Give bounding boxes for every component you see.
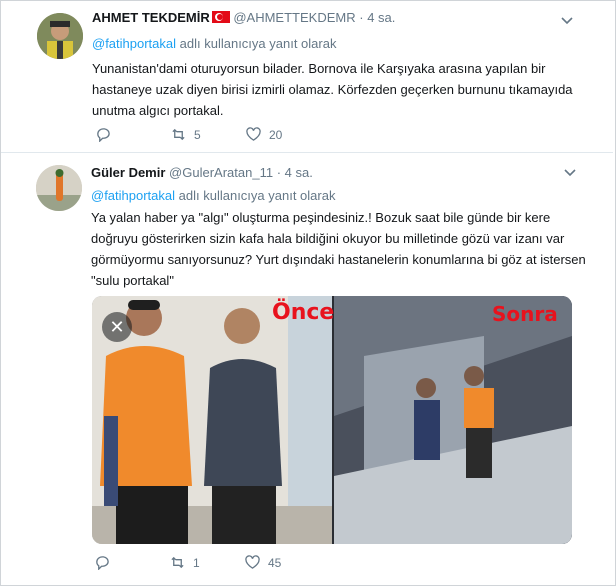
tweet-header: AHMET TEKDEMİR @AHMETTEKDEMR · 4 sa. bbox=[92, 10, 395, 25]
reply-button[interactable] bbox=[96, 127, 171, 142]
tweet-text: Ya yalan haber ya "algı" oluşturma peşin… bbox=[91, 210, 586, 288]
turkey-flag-icon bbox=[211, 11, 230, 23]
reply-button[interactable] bbox=[95, 555, 170, 570]
author-name[interactable]: Güler Demir bbox=[91, 165, 165, 180]
reply-context-text: adlı kullanıcıya yanıt olarak bbox=[178, 188, 336, 203]
reply-context: @fatihportakal adlı kullanıcıya yanıt ol… bbox=[91, 188, 335, 203]
retweet-icon bbox=[171, 556, 184, 569]
avatar[interactable] bbox=[36, 165, 82, 211]
tweet-actions: 1 45 bbox=[95, 555, 320, 570]
chevron-down-icon[interactable] bbox=[564, 166, 576, 180]
tweet-time[interactable]: 4 sa. bbox=[367, 10, 395, 25]
like-count: 20 bbox=[269, 127, 283, 142]
tweet-media[interactable]: Önce ✕ Sonra bbox=[92, 296, 572, 544]
mention-link[interactable]: @fatihportakal bbox=[91, 188, 175, 203]
like-count: 45 bbox=[268, 555, 282, 570]
heart-icon bbox=[246, 127, 261, 141]
close-icon[interactable]: ✕ bbox=[102, 312, 132, 342]
dot-separator: · bbox=[276, 165, 282, 180]
tweet-1[interactable]: AHMET TEKDEMİR @AHMETTEKDEMR · 4 sa. @fa… bbox=[1, 0, 613, 153]
reply-icon bbox=[96, 556, 109, 570]
after-label: Sonra bbox=[492, 302, 558, 326]
retweet-count: 5 bbox=[194, 127, 201, 142]
media-photo-after[interactable]: Sonra bbox=[334, 296, 572, 544]
mention-link[interactable]: @fatihportakal bbox=[92, 36, 176, 51]
tweet-time[interactable]: 4 sa. bbox=[285, 165, 313, 180]
author-name[interactable]: AHMET TEKDEMİR bbox=[92, 10, 210, 25]
retweet-button[interactable]: 1 bbox=[170, 555, 245, 570]
dot-separator: · bbox=[359, 10, 364, 25]
author-handle[interactable]: @GulerAratan_11 bbox=[169, 165, 273, 180]
like-button[interactable]: 45 bbox=[245, 555, 320, 570]
like-button[interactable]: 20 bbox=[246, 127, 321, 142]
tweet-actions: 5 20 bbox=[96, 127, 321, 142]
tweet-header: Güler Demir @GulerAratan_11 · 4 sa. bbox=[91, 165, 313, 180]
heart-icon bbox=[245, 555, 260, 569]
avatar[interactable] bbox=[37, 13, 83, 59]
media-photo-before[interactable]: Önce ✕ bbox=[92, 296, 335, 544]
retweet-icon bbox=[172, 128, 185, 141]
author-handle[interactable]: @AHMETTEKDEMR bbox=[233, 10, 355, 25]
retweet-count: 1 bbox=[193, 555, 200, 570]
chevron-down-icon[interactable] bbox=[561, 14, 573, 28]
before-label: Önce bbox=[272, 300, 335, 325]
reply-icon bbox=[97, 128, 110, 142]
photo-illustration bbox=[334, 296, 572, 544]
reply-context-text: adlı kullanıcıya yanıt olarak bbox=[179, 36, 337, 51]
retweet-button[interactable]: 5 bbox=[171, 127, 246, 142]
reply-context: @fatihportakal adlı kullanıcıya yanıt ol… bbox=[92, 36, 336, 51]
tweet-text: Yunanistan'dami oturuyorsun bilader. Bor… bbox=[92, 61, 573, 118]
